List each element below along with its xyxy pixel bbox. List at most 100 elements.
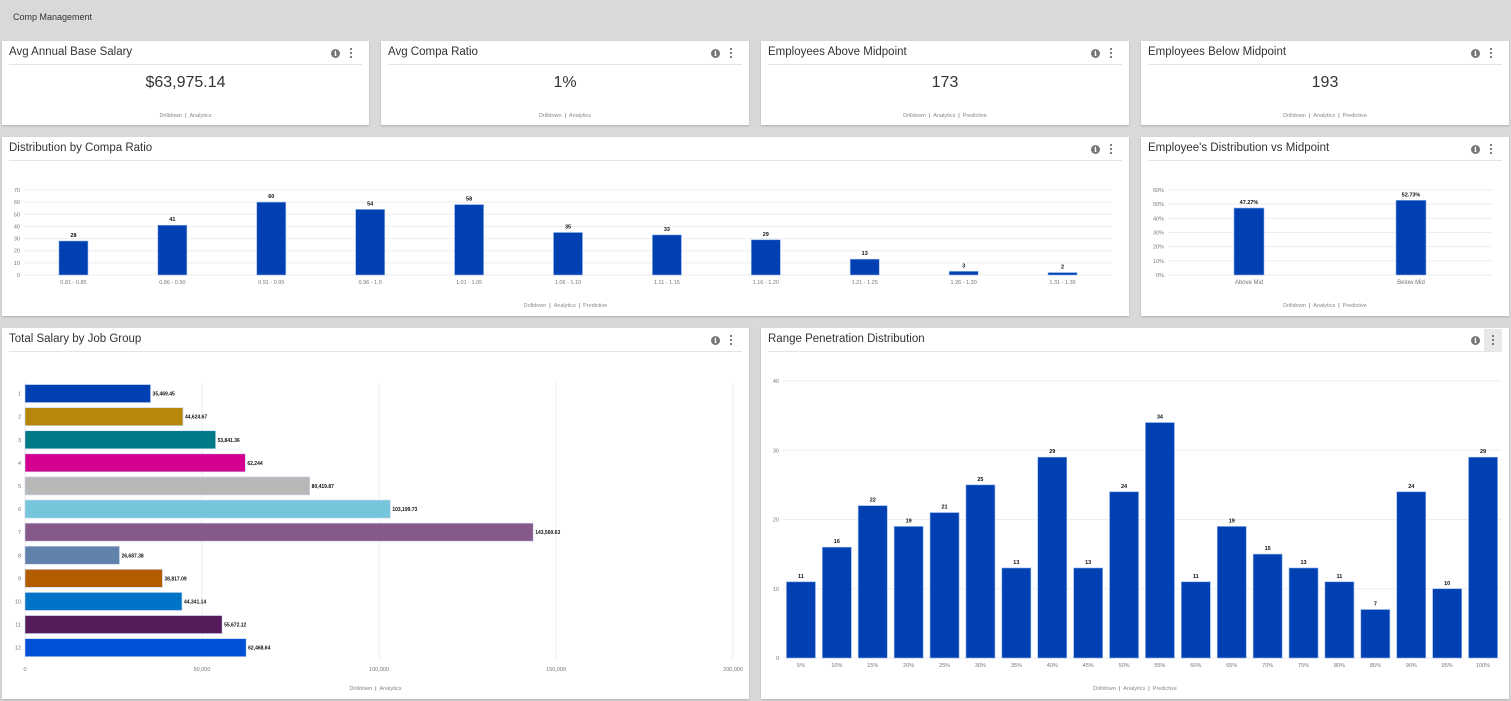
bar bbox=[1037, 456, 1068, 659]
data-label: 11 bbox=[798, 574, 804, 580]
y-tick-label: 3 bbox=[18, 438, 21, 444]
y-tick-label: 0% bbox=[1156, 273, 1164, 279]
data-label: 3 bbox=[962, 263, 965, 269]
y-tick-label: 60% bbox=[1153, 188, 1164, 194]
drilldown-link[interactable]: Drilldown bbox=[349, 686, 372, 692]
kebab-menu-icon[interactable] bbox=[344, 45, 358, 61]
predictive-link[interactable]: Predictive bbox=[1343, 303, 1367, 309]
kebab-menu-icon[interactable] bbox=[724, 332, 738, 348]
bar bbox=[929, 512, 960, 659]
analytics-link[interactable]: Analytics bbox=[569, 113, 591, 119]
data-label: 44,624.67 bbox=[185, 415, 207, 421]
footer-links: Drilldown | Analytics | Predictive bbox=[1093, 686, 1177, 692]
kpi-value: 173 bbox=[931, 74, 959, 91]
analytics-link[interactable]: Analytics bbox=[1313, 303, 1335, 309]
data-label: 58 bbox=[466, 197, 472, 203]
analytics-link[interactable]: Analytics bbox=[933, 113, 955, 119]
bar bbox=[1073, 567, 1103, 659]
drilldown-link[interactable]: Drilldown bbox=[1283, 113, 1306, 119]
analytics-link[interactable]: Analytics bbox=[1123, 686, 1145, 692]
x-tick-label: 35% bbox=[1011, 663, 1022, 669]
drilldown-link[interactable]: Drilldown bbox=[159, 113, 182, 119]
drilldown-link[interactable]: Drilldown bbox=[524, 303, 547, 309]
x-tick-label: 100,000 bbox=[369, 667, 389, 673]
x-tick-label: 50,000 bbox=[194, 667, 211, 673]
card-header: Range Penetration Distribution i bbox=[768, 328, 1502, 352]
bar bbox=[1252, 553, 1283, 659]
kpi-card-avg-salary: Avg Annual Base Salary i $63,975.14 Dril… bbox=[2, 41, 369, 125]
top-bar: Comp Management bbox=[0, 0, 1511, 40]
predictive-link[interactable]: Predictive bbox=[1153, 686, 1177, 692]
bar bbox=[24, 592, 183, 611]
range-penetration-chart: 0 10 20 30 40 11 5% 16 10% 22 15% 19 20% 21 25% 25 30% 13… bbox=[773, 379, 1501, 669]
analytics-link[interactable]: Analytics bbox=[554, 303, 576, 309]
data-label: 28 bbox=[70, 233, 76, 239]
app-title: Comp Management bbox=[13, 12, 93, 22]
info-icon[interactable]: i bbox=[1471, 145, 1480, 154]
bar bbox=[849, 258, 880, 276]
kebab-menu-icon[interactable] bbox=[1484, 141, 1498, 157]
card-title: Total Salary by Job Group bbox=[9, 333, 142, 345]
info-icon[interactable]: i bbox=[711, 336, 720, 345]
info-icon[interactable]: i bbox=[711, 49, 720, 58]
info-icon[interactable]: i bbox=[331, 49, 340, 58]
bar bbox=[1109, 491, 1139, 659]
range-penetration-card: Range Penetration Distribution i 0 10 20 30… bbox=[761, 328, 1509, 699]
data-label: 103,199.73 bbox=[392, 507, 417, 513]
x-tick-label: 0.86 - 0.90 bbox=[159, 280, 185, 286]
info-icon[interactable]: i bbox=[1091, 145, 1100, 154]
data-label: 47.27% bbox=[1240, 200, 1259, 206]
data-label: 2 bbox=[1061, 265, 1064, 271]
info-icon[interactable]: i bbox=[1091, 49, 1100, 58]
y-tick-label: 12 bbox=[15, 646, 21, 652]
data-label: 55,672.12 bbox=[224, 623, 246, 629]
y-tick-label: 0 bbox=[776, 656, 779, 662]
x-tick-label: 150,000 bbox=[546, 667, 566, 673]
data-label: 53,841.36 bbox=[218, 438, 240, 444]
y-tick-label: 30 bbox=[773, 448, 779, 454]
bar bbox=[786, 581, 816, 659]
kebab-menu-icon[interactable] bbox=[1484, 45, 1498, 61]
drilldown-link[interactable]: Drilldown bbox=[903, 113, 926, 119]
drilldown-link[interactable]: Drilldown bbox=[539, 113, 562, 119]
footer-links: Drilldown | Analytics bbox=[538, 113, 592, 119]
data-label: 54 bbox=[367, 201, 374, 207]
data-label: 13 bbox=[1013, 560, 1019, 566]
predictive-link[interactable]: Predictive bbox=[583, 303, 607, 309]
analytics-link[interactable]: Analytics bbox=[1313, 113, 1335, 119]
data-label: 34 bbox=[1157, 415, 1164, 421]
x-tick-label: 1.11 - 1.15 bbox=[654, 280, 680, 286]
y-tick-label: 1 bbox=[18, 392, 21, 398]
bar bbox=[24, 522, 534, 542]
analytics-link[interactable]: Analytics bbox=[380, 686, 402, 692]
predictive-link[interactable]: Predictive bbox=[1343, 113, 1367, 119]
y-tick-label: 40 bbox=[14, 224, 20, 230]
info-icon[interactable]: i bbox=[1471, 49, 1480, 58]
data-label: 19 bbox=[906, 518, 912, 524]
bar bbox=[256, 201, 287, 276]
data-label: 22 bbox=[870, 498, 876, 504]
bar bbox=[1360, 609, 1391, 659]
data-label: 7 bbox=[1374, 602, 1377, 608]
kebab-menu-icon[interactable] bbox=[1104, 45, 1118, 61]
kebab-menu-icon[interactable] bbox=[1484, 329, 1502, 351]
predictive-link[interactable]: Predictive bbox=[963, 113, 987, 119]
y-tick-label: 5 bbox=[18, 484, 21, 490]
bar bbox=[454, 204, 484, 276]
y-tick-label: 20% bbox=[1153, 245, 1164, 251]
data-label: 29 bbox=[763, 232, 769, 238]
data-label: 10 bbox=[1444, 581, 1450, 587]
analytics-link[interactable]: Analytics bbox=[190, 113, 212, 119]
drilldown-link[interactable]: Drilldown bbox=[1093, 686, 1116, 692]
data-label: 21 bbox=[941, 505, 947, 511]
data-label: 19 bbox=[1229, 518, 1235, 524]
bar bbox=[24, 407, 184, 426]
card-header: Employee's Distribution vs Midpoint i bbox=[1148, 137, 1502, 161]
bar bbox=[24, 499, 391, 519]
data-label: 60 bbox=[268, 194, 274, 200]
card-header: Avg Annual Base Salary i bbox=[9, 41, 362, 65]
kebab-menu-icon[interactable] bbox=[1104, 141, 1118, 157]
kebab-menu-icon[interactable] bbox=[724, 45, 738, 61]
drilldown-link[interactable]: Drilldown bbox=[1283, 303, 1306, 309]
info-icon[interactable]: i bbox=[1471, 336, 1480, 345]
